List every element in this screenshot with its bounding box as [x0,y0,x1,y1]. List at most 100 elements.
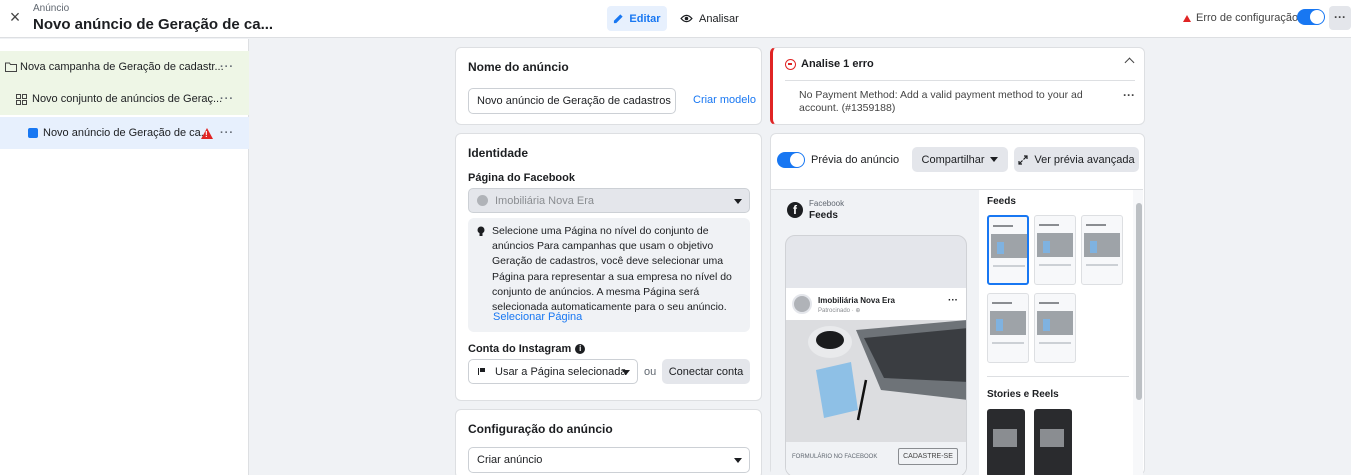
more-icon[interactable]: ··· [220,61,234,73]
sidebar-item-label: Novo anúncio de Geração de ca... [43,127,210,139]
ad-name-input[interactable]: Novo anúncio de Geração de cadastros [468,88,676,114]
info-text: Selecione uma Página no nível do conjunt… [492,225,732,314]
publish-toggle[interactable] [1297,9,1325,25]
select-page-link[interactable]: Selecionar Página [493,311,582,323]
share-button[interactable]: Compartilhar [912,147,1008,172]
analyze-mode-button[interactable]: Analisar [680,6,739,31]
more-icon[interactable]: ··· [1123,88,1135,102]
lightbulb-icon [477,226,485,236]
divider [785,80,1135,81]
ad-name-card: Nome do anúncio Novo anúncio de Geração … [455,47,762,125]
sidebar-item-label: Novo conjunto de anúncios de Geraç... [32,93,223,105]
ad-config-card: Configuração do anúncio Criar anúncio [455,409,762,475]
facebook-page-value: Imobiliária Nova Era [495,194,595,207]
sidebar-item-adset[interactable]: Novo conjunto de anúncios de Geraç... ··… [0,83,249,115]
chevron-down-icon [734,458,742,463]
instagram-account-select[interactable]: Usar a Página selecionada [468,359,638,384]
chevron-up-icon[interactable] [1124,57,1135,68]
sidebar: Nova campanha de Geração de cadastr... ·… [0,39,249,475]
analyze-mode-label: Analisar [699,12,739,25]
instagram-label-text: Conta do Instagram [468,343,572,355]
more-icon[interactable]: ··· [220,93,234,105]
error-title-text: Analise 1 erro [801,58,874,70]
top-bar: × Anúncio Novo anúncio de Geração de ca.… [0,0,1351,38]
page-avatar [477,195,488,206]
edit-mode-label: Editar [629,12,661,25]
error-circle-icon [785,58,796,70]
expand-icon [1018,154,1028,165]
post-page-name: Imobiliária Nova Era [818,296,895,305]
connect-account-button[interactable]: Conectar conta [662,359,750,384]
placement-thumbnail[interactable] [1034,215,1076,285]
placements-panel: Feeds Stories e Reels [979,190,1143,475]
advanced-preview-button[interactable]: Ver prévia avançada [1014,147,1139,172]
form-label: FORMULÁRIO NO FACEBOOK [792,454,878,460]
stories-section-title: Stories e Reels [987,389,1059,400]
flag-icon [478,368,485,375]
feeds-section-title: Feeds [987,196,1016,207]
facebook-logo-icon: f [787,202,803,218]
config-error-label: Erro de configuração [1196,12,1299,24]
more-options-button[interactable]: ··· [1329,6,1351,30]
identity-card: Identidade Página do Facebook Imobiliári… [455,133,762,401]
sidebar-item-ad[interactable]: Novo anúncio de Geração de ca... ··· [0,117,249,149]
platform-label: Facebook [809,199,845,208]
eye-icon [680,14,693,23]
scrollbar-thumb[interactable] [1136,203,1142,400]
ad-config-select[interactable]: Criar anúncio [468,447,750,473]
more-icon: ··· [948,295,958,306]
or-label: ou [644,366,657,378]
preview-area: f Facebook Feeds Imobiliária Nova Era Pa… [771,189,1143,475]
pencil-icon [614,14,624,24]
config-error-status[interactable]: Erro de configuração [1183,12,1298,24]
folder-icon [5,62,17,72]
warning-icon [1183,14,1191,22]
error-title[interactable]: Analise 1 erro [785,58,874,70]
placement-thumbnail[interactable] [1034,293,1076,363]
instagram-account-label: Conta do Instagram i [468,343,586,355]
ad-icon [28,128,38,138]
avatar [792,294,812,314]
story-thumbnail[interactable] [1034,409,1072,475]
chevron-down-icon [622,370,630,375]
share-label: Compartilhar [921,153,985,166]
chevron-down-icon [990,157,999,162]
facebook-page-select[interactable]: Imobiliária Nova Era [468,188,750,213]
error-warning-icon [201,127,213,139]
error-review-card: Analise 1 erro No Payment Method: Add a … [770,47,1145,125]
placement-thumbnail[interactable] [1081,215,1123,285]
placement-thumbnail[interactable] [987,215,1029,285]
divider [987,376,1129,377]
ad-config-value: Criar anúncio [477,454,543,466]
cta-button: CADASTRE-SE [898,448,958,465]
placement-label: Feeds [809,210,838,221]
more-icon[interactable]: ··· [220,127,234,139]
phone-mockup: Imobiliária Nova Era Patrocinado · ⊕ ··· [785,235,967,475]
info-icon[interactable]: i [575,344,586,354]
chevron-down-icon [734,199,742,204]
sidebar-item-label: Nova campanha de Geração de cadastr... [20,61,224,73]
preview-toggle[interactable] [777,152,805,168]
error-message: No Payment Method: Add a valid payment m… [799,89,1083,114]
create-template-link[interactable]: Criar modelo [693,94,756,106]
placement-thumbnail[interactable] [987,293,1029,363]
info-box: Selecione uma Página no nível do conjunt… [468,218,750,332]
breadcrumb: Anúncio [33,3,70,14]
card-title: Identidade [468,146,529,160]
laptop-desk-illustration [786,320,966,442]
facebook-page-label: Página do Facebook [468,172,575,184]
card-title: Configuração do anúncio [468,422,613,436]
story-thumbnail[interactable] [987,409,1025,475]
close-icon[interactable]: × [6,8,24,26]
edit-mode-button[interactable]: Editar [607,6,667,31]
grid-icon [16,93,27,105]
card-title: Nome do anúncio [468,60,569,74]
post-sponsored: Patrocinado · ⊕ [818,308,861,314]
preview-toggle-label: Prévia do anúncio [811,154,900,166]
page-title: Novo anúncio de Geração de ca... [33,16,274,33]
ad-preview-card: Prévia do anúncio Compartilhar Ver prévi… [770,133,1145,475]
feed-post: Imobiliária Nova Era Patrocinado · ⊕ ··· [786,288,966,475]
post-footer: FORMULÁRIO NO FACEBOOK CADASTRE-SE [786,442,966,475]
instagram-account-value: Usar a Página selecionada [495,365,627,378]
sidebar-item-campaign[interactable]: Nova campanha de Geração de cadastr... ·… [0,51,249,83]
